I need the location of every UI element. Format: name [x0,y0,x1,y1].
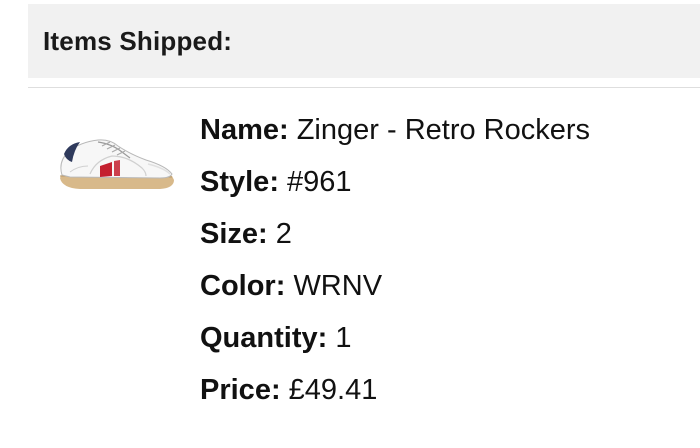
item-quantity-value: 1 [335,322,352,354]
item-price-row: Price: £49.41 [200,368,695,420]
item-size-value: 2 [275,218,292,250]
item-quantity-row: Quantity: 1 [200,316,695,368]
section-title: Items Shipped: [43,25,233,56]
item-color-row: Color: WRNV [200,264,695,316]
item-details: Name: Zinger - Retro Rockers Style: #961… [200,108,695,420]
item-name-row: Name: Zinger - Retro Rockers [200,108,695,160]
sneaker-icon [59,139,174,189]
product-image[interactable] [50,122,178,202]
item-price-value: £49.41 [288,374,378,406]
item-size-label: Size: [200,218,268,250]
item-quantity-label: Quantity: [200,322,328,354]
item-name-label: Name: [200,114,289,146]
items-shipped-header: Items Shipped: [28,4,700,78]
item-style-row: Style: #961 [200,160,695,212]
item-style-label: Style: [200,166,279,198]
item-price-label: Price: [200,374,281,406]
item-size-row: Size: 2 [200,212,695,264]
item-name-value: Zinger - Retro Rockers [296,114,591,146]
item-color-label: Color: [200,270,286,302]
divider [28,87,700,88]
item-style-value: #961 [287,166,352,198]
item-color-value: WRNV [293,270,383,302]
